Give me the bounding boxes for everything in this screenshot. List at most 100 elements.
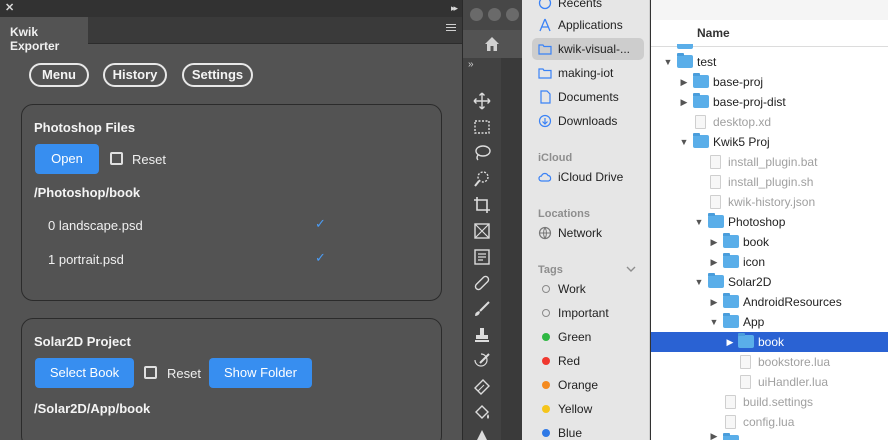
sidebar-item-downloads[interactable]: Downloads (532, 110, 644, 132)
sidebar-item-label: Green (558, 330, 592, 344)
move-tool-icon[interactable] (473, 92, 491, 110)
sidebar-tag-orange[interactable]: Orange (532, 374, 644, 396)
list-item[interactable]: ▶ (651, 432, 888, 440)
tab-kwik-exporter[interactable]: Kwik Exporter (0, 17, 88, 53)
folder-icon (723, 313, 739, 328)
clone-stamp-tool-icon[interactable] (473, 326, 491, 344)
expand-tools-icon[interactable]: » (468, 59, 474, 70)
crop-tool-icon[interactable] (473, 196, 491, 214)
brush-tool-icon[interactable] (473, 300, 491, 318)
list-item[interactable]: kwik-history.json (651, 192, 888, 212)
open-button[interactable]: Open (35, 144, 99, 174)
marquee-tool-icon[interactable] (473, 118, 491, 136)
disclosure-closed-icon[interactable]: ▶ (709, 432, 719, 440)
list-item[interactable]: desktop.xd (651, 112, 888, 132)
disclosure-open-icon[interactable]: ▼ (709, 312, 719, 332)
item-name: base-proj-dist (713, 95, 786, 109)
reset-checkbox[interactable] (110, 152, 123, 165)
window-zoom-dot[interactable] (506, 8, 519, 21)
item-name: uiHandler.lua (758, 375, 829, 389)
sidebar-tag-work[interactable]: Work (532, 278, 644, 300)
list-item[interactable]: install_plugin.bat (651, 152, 888, 172)
file-item[interactable]: 0 landscape.psd (48, 218, 328, 233)
list-item[interactable]: ▶ base-proj (651, 72, 888, 92)
list-item[interactable]: bookstore.lua (651, 352, 888, 372)
sidebar-item-icloud-drive[interactable]: iCloud Drive (532, 166, 644, 188)
list-item[interactable]: ▶ icon (651, 252, 888, 272)
list-item[interactable]: config.lua (651, 412, 888, 432)
sidebar-item-kwik-visual[interactable]: kwik-visual-... (532, 38, 644, 60)
file-icon (695, 115, 706, 129)
disclosure-closed-icon[interactable]: ▶ (679, 72, 689, 92)
list-item[interactable]: ▼ test (651, 52, 888, 72)
sidebar-item-documents[interactable]: Documents (532, 86, 644, 108)
sidebar-tag-red[interactable]: Red (532, 350, 644, 372)
sidebar-item-recents[interactable]: Recents (532, 0, 644, 14)
item-name: desktop.xd (713, 115, 772, 129)
sidebar-item-making-iot[interactable]: making-iot (532, 62, 644, 84)
select-book-button[interactable]: Select Book (35, 358, 134, 388)
frame-tool-icon[interactable] (473, 222, 491, 240)
sidebar-tag-blue[interactable]: Blue (532, 422, 644, 440)
sidebar-tag-yellow[interactable]: Yellow (532, 398, 644, 420)
show-folder-button[interactable]: Show Folder (209, 358, 312, 388)
paint-bucket-tool-icon[interactable] (473, 404, 491, 422)
list-item[interactable]: install_plugin.sh (651, 172, 888, 192)
item-name: icon (743, 255, 766, 269)
history-brush-tool-icon[interactable] (473, 352, 491, 370)
healing-brush-tool-icon[interactable] (473, 274, 491, 292)
list-item[interactable]: ▼ App (651, 312, 888, 332)
close-icon[interactable]: ✕ (5, 2, 14, 14)
disclosure-open-icon[interactable]: ▼ (694, 212, 704, 232)
list-item-selected[interactable]: ▶ book (651, 332, 888, 352)
list-item[interactable]: ▼ Photoshop (651, 212, 888, 232)
window-close-dot[interactable] (470, 8, 483, 21)
item-name: Kwik5 Proj (713, 135, 770, 149)
folder-icon (677, 44, 693, 49)
list-item[interactable]: ▼ Kwik5 Proj (651, 132, 888, 152)
disclosure-closed-icon[interactable]: ▶ (709, 292, 719, 312)
disclosure-closed-icon[interactable]: ▶ (679, 92, 689, 112)
sidebar-item-network[interactable]: Network (532, 222, 644, 244)
history-button[interactable]: History (103, 63, 167, 87)
lasso-tool-icon[interactable] (473, 144, 491, 162)
home-icon (485, 37, 499, 51)
file-item[interactable]: 1 portrait.psd (48, 252, 328, 267)
menu-button[interactable]: Menu (29, 63, 89, 87)
column-header-name[interactable]: Name (651, 20, 888, 47)
list-item[interactable]: ▶ book (651, 232, 888, 252)
disclosure-closed-icon[interactable]: ▶ (725, 332, 735, 352)
eraser-tool-icon[interactable] (473, 378, 491, 396)
list-item[interactable]: ▶ AndroidResources (651, 292, 888, 312)
settings-button[interactable]: Settings (182, 63, 253, 87)
disclosure-open-icon[interactable]: ▼ (663, 52, 673, 72)
file-name: 0 landscape.psd (48, 218, 143, 233)
list-item[interactable] (651, 44, 888, 50)
list-toolbar (651, 0, 888, 20)
finder-sidebar: Recents Applications kwik-visual-... mak… (522, 0, 650, 440)
panel-menu-icon[interactable] (446, 24, 456, 34)
disclosure-closed-icon[interactable]: ▶ (709, 232, 719, 252)
sidebar-item-applications[interactable]: Applications (532, 14, 644, 36)
reset-checkbox[interactable] (144, 366, 157, 379)
item-name: build.settings (743, 395, 814, 409)
sidebar-tag-important[interactable]: Important (532, 302, 644, 324)
list-item[interactable]: uiHandler.lua (651, 372, 888, 392)
photoshop-files-card: Photoshop Files Open Reset /Photoshop/bo… (21, 104, 442, 301)
collapse-icon[interactable]: ▸▸ (451, 2, 458, 14)
window-minimize-dot[interactable] (488, 8, 501, 21)
list-item[interactable]: ▶ base-proj-dist (651, 92, 888, 112)
quick-selection-tool-icon[interactable] (473, 170, 491, 188)
list-item[interactable]: ▼ Solar2D (651, 272, 888, 292)
home-button[interactable] (471, 30, 511, 58)
chevron-down-icon[interactable] (626, 264, 636, 274)
sidebar-tag-green[interactable]: Green (532, 326, 644, 348)
list-item[interactable]: build.settings (651, 392, 888, 412)
column-header-label: Name (697, 26, 730, 40)
sidebar-item-label: Work (558, 282, 586, 296)
disclosure-closed-icon[interactable]: ▶ (709, 252, 719, 272)
disclosure-open-icon[interactable]: ▼ (694, 272, 704, 292)
gradient-tool-icon[interactable] (473, 428, 491, 440)
disclosure-open-icon[interactable]: ▼ (679, 132, 689, 152)
note-tool-icon[interactable] (473, 248, 491, 266)
